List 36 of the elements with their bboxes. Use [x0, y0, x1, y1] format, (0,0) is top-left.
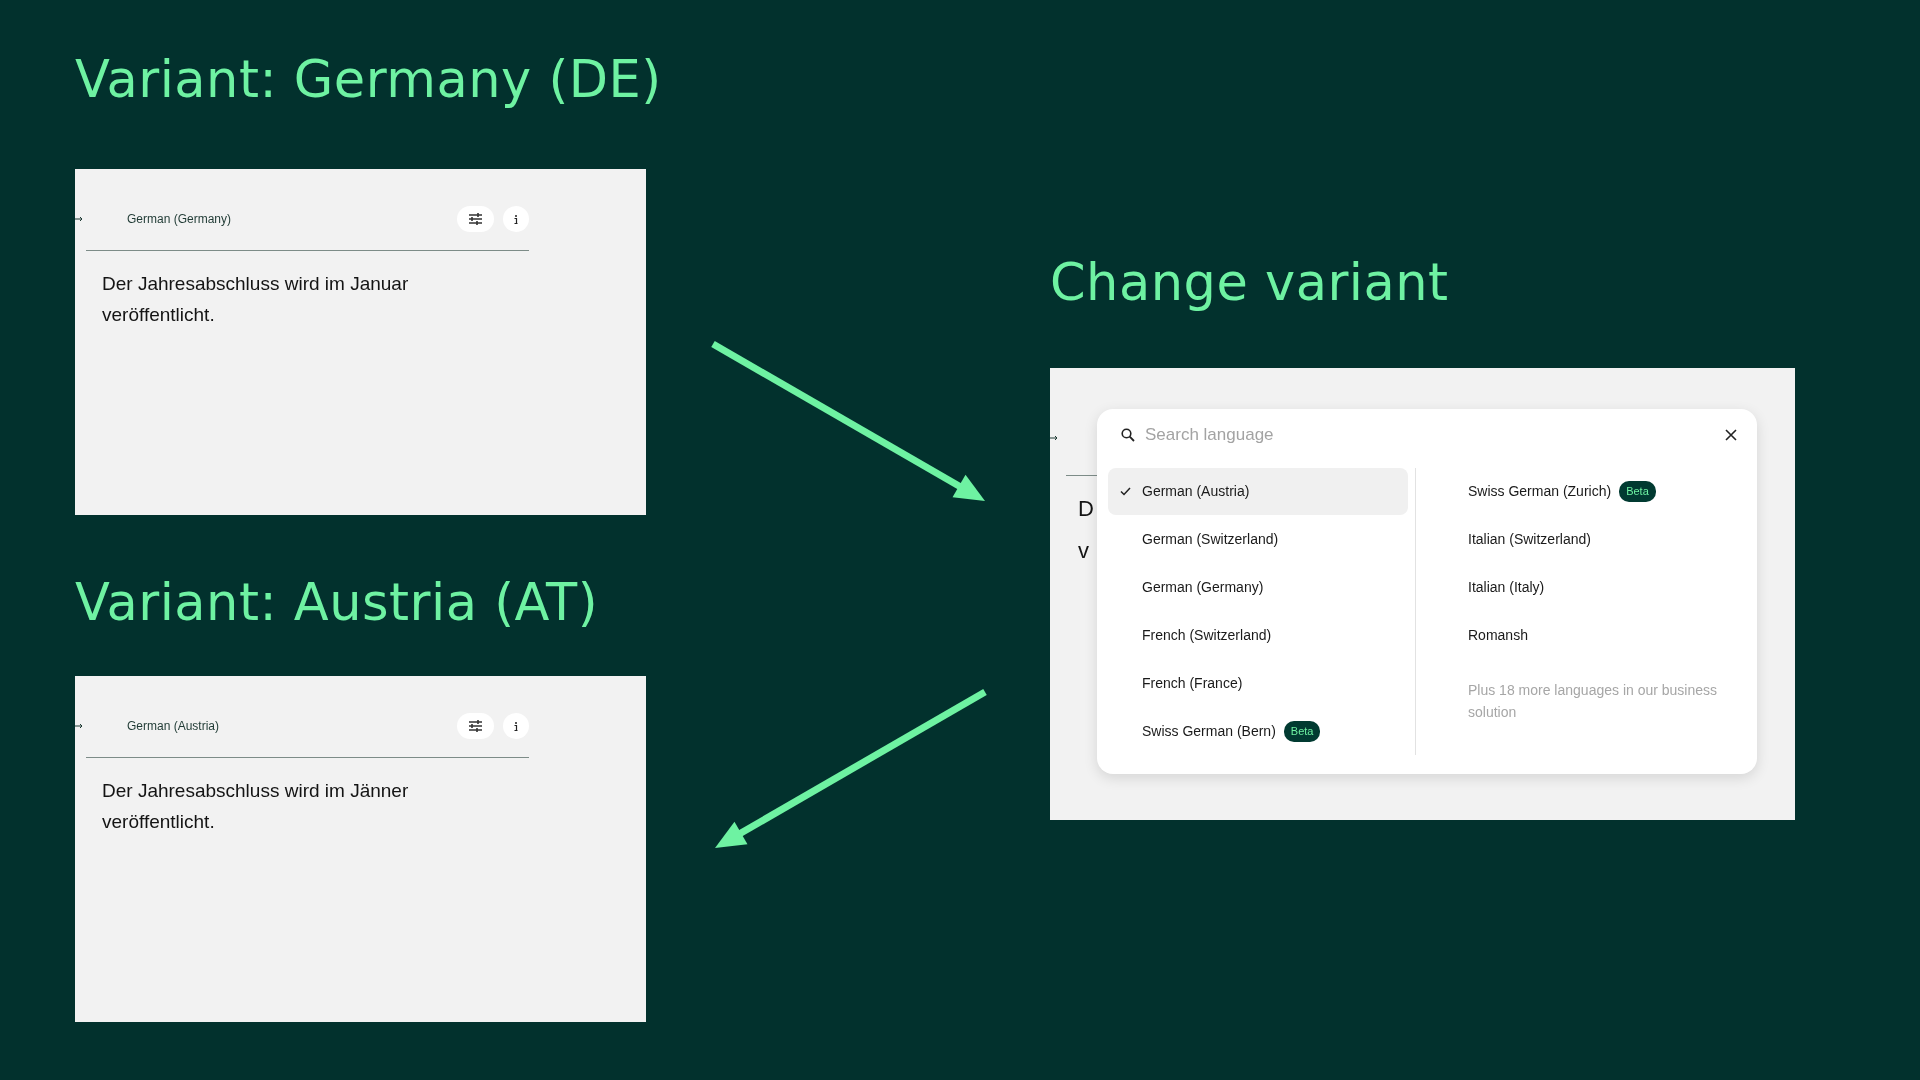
slide-title: Variant: Germany (DE): [75, 49, 662, 111]
search-field[interactable]: Search language: [1143, 421, 1721, 449]
beta-badge: Beta: [1619, 481, 1656, 502]
language-option[interactable]: French (France): [1108, 660, 1408, 707]
info-icon: [514, 214, 518, 224]
info-icon: [514, 721, 518, 731]
info-button[interactable]: [503, 713, 529, 739]
language-option[interactable]: German (Austria): [1108, 468, 1408, 515]
body-text: Der Jahresabschluss wird im Jänner veröffentlicht.: [102, 779, 410, 834]
arrow-icon: [75, 216, 83, 222]
language-label: German (Germany): [127, 211, 232, 228]
language-option[interactable]: Swiss German (Bern) Beta: [1108, 708, 1408, 755]
language-option[interactable]: German (Germany): [1108, 564, 1408, 611]
language-option[interactable]: French (Switzerland): [1108, 612, 1408, 659]
slide-title: Change variant: [1050, 252, 1449, 314]
language-option[interactable]: Italian (Italy): [1468, 564, 1738, 611]
body-text: v: [1078, 537, 1089, 565]
body-text: Der Jahresabschluss wird im Januar veröffentlicht.: [102, 272, 410, 327]
language-option[interactable]: Italian (Switzerland): [1468, 516, 1738, 563]
slide-title: Variant: Austria (AT): [75, 572, 599, 634]
arrow-icon: [1050, 435, 1058, 441]
language-label: German (Austria): [127, 718, 220, 735]
search-icon: [1121, 428, 1135, 442]
language-option[interactable]: German (Switzerland): [1108, 516, 1408, 563]
settings-button[interactable]: [457, 206, 494, 232]
check-icon: [1120, 487, 1131, 496]
language-option[interactable]: Romansh: [1468, 612, 1738, 659]
body-text: D: [1078, 495, 1094, 523]
sliders-icon: [469, 213, 482, 225]
sliders-icon: [469, 720, 482, 732]
settings-button[interactable]: [457, 713, 494, 739]
beta-badge: Beta: [1283, 721, 1321, 742]
arrow-icon: [75, 723, 83, 729]
note-text: Plus 18 more languages in our business solution: [1468, 681, 1719, 722]
language-option[interactable]: Swiss German (Zurich) Beta: [1468, 468, 1738, 515]
info-button[interactable]: [503, 206, 529, 232]
